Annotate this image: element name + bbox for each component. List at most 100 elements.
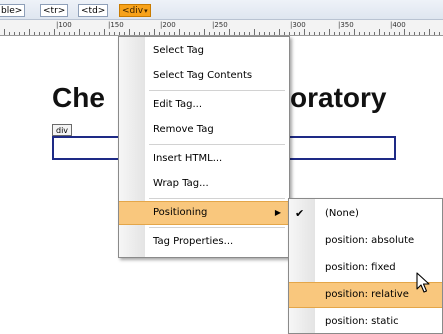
ruler-tick bbox=[324, 32, 325, 35]
menu-item-select-tag-contents[interactable]: Select Tag Contents bbox=[119, 64, 289, 88]
tag-table[interactable]: ble> bbox=[0, 4, 26, 17]
ruler-tick bbox=[89, 32, 90, 35]
menu-item-remove-tag[interactable]: Remove Tag bbox=[119, 118, 289, 142]
ruler-tick bbox=[109, 32, 110, 35]
submenu-item-none[interactable]: ✔ (None) bbox=[289, 201, 442, 227]
ruler-tick bbox=[24, 32, 25, 35]
ruler-tick bbox=[179, 29, 180, 35]
tag-context-menu: Select Tag Select Tag Contents Edit Tag.… bbox=[118, 36, 290, 258]
ruler-tick bbox=[9, 32, 10, 35]
ruler-tick bbox=[419, 32, 420, 35]
ruler-tick bbox=[359, 32, 360, 35]
div-element-label[interactable]: div bbox=[52, 124, 73, 136]
ruler-tick bbox=[169, 32, 170, 35]
menu-separator bbox=[149, 227, 285, 228]
ruler-tick bbox=[264, 32, 265, 35]
ruler-number: |150 bbox=[108, 21, 124, 29]
submenu-item-static[interactable]: position: static bbox=[289, 309, 442, 333]
menu-item-positioning-label: Positioning bbox=[153, 207, 208, 218]
ruler-tick bbox=[299, 32, 300, 35]
ruler-tick bbox=[104, 29, 105, 35]
ruler-tick bbox=[394, 32, 395, 35]
ruler-tick bbox=[214, 32, 215, 35]
ruler-tick bbox=[309, 32, 310, 35]
ruler-tick bbox=[379, 29, 380, 35]
ruler-tick bbox=[94, 32, 95, 35]
ruler-tick bbox=[4, 29, 5, 35]
ruler-tick bbox=[269, 32, 270, 35]
ruler-tick bbox=[219, 32, 220, 35]
submenu-item-none-label: (None) bbox=[325, 208, 359, 219]
menu-item-tag-properties[interactable]: Tag Properties... bbox=[119, 230, 289, 254]
ruler-tick bbox=[249, 32, 250, 35]
ruler-tick bbox=[59, 32, 60, 35]
ruler-tick bbox=[314, 32, 315, 35]
ruler-number: |400 bbox=[390, 21, 406, 29]
tag-tr[interactable]: <tr> bbox=[40, 4, 69, 17]
ruler-tick bbox=[289, 32, 290, 35]
ruler-tick bbox=[399, 32, 400, 35]
ruler-number: |100 bbox=[56, 21, 72, 29]
positioning-submenu: ✔ (None) position: absolute position: fi… bbox=[288, 198, 443, 334]
ruler-tick bbox=[294, 32, 295, 35]
ruler-tick bbox=[19, 32, 20, 35]
ruler-tick bbox=[154, 29, 155, 35]
ruler-tick bbox=[164, 32, 165, 35]
menu-item-select-tag[interactable]: Select Tag bbox=[119, 39, 289, 63]
tag-div-active[interactable]: <div▾ bbox=[119, 4, 151, 17]
ruler-tick bbox=[14, 32, 15, 35]
ruler-tick bbox=[84, 32, 85, 35]
ruler-tick bbox=[409, 32, 410, 35]
ruler-tick bbox=[79, 29, 80, 35]
ruler-tick bbox=[389, 32, 390, 35]
ruler-tick bbox=[144, 32, 145, 35]
ruler-tick bbox=[339, 32, 340, 35]
menu-item-edit-tag[interactable]: Edit Tag... bbox=[119, 93, 289, 117]
ruler-tick bbox=[229, 29, 230, 35]
ruler-tick bbox=[344, 32, 345, 35]
ruler-tick bbox=[139, 32, 140, 35]
checkmark-icon: ✔ bbox=[295, 207, 305, 220]
submenu-item-absolute[interactable]: position: absolute bbox=[289, 228, 442, 254]
ruler-tick bbox=[74, 32, 75, 35]
tag-td[interactable]: <td> bbox=[78, 4, 109, 17]
ruler-tick bbox=[224, 32, 225, 35]
ruler-number: |200 bbox=[160, 21, 176, 29]
ruler-tick bbox=[334, 32, 335, 35]
ruler-tick bbox=[114, 32, 115, 35]
ruler-tick bbox=[439, 32, 440, 35]
ruler-tick bbox=[254, 29, 255, 35]
ruler-tick bbox=[199, 32, 200, 35]
ruler-tick bbox=[424, 32, 425, 35]
menu-item-wrap-tag[interactable]: Wrap Tag... bbox=[119, 172, 289, 196]
ruler-tick bbox=[349, 32, 350, 35]
ruler-tick bbox=[64, 32, 65, 35]
ruler-tick bbox=[354, 29, 355, 35]
ruler-tick bbox=[284, 32, 285, 35]
ruler-tick bbox=[189, 32, 190, 35]
ruler-tick bbox=[374, 32, 375, 35]
ruler-tick bbox=[234, 32, 235, 35]
ruler-tick bbox=[119, 32, 120, 35]
menu-item-positioning[interactable]: Positioning ▶ bbox=[119, 201, 289, 225]
ruler-tick bbox=[434, 32, 435, 35]
ruler-tick bbox=[319, 32, 320, 35]
mouse-pointer-icon bbox=[416, 272, 430, 293]
ruler-tick bbox=[134, 32, 135, 35]
ruler-tick bbox=[34, 32, 35, 35]
ruler-tick bbox=[44, 32, 45, 35]
ruler-number: |350 bbox=[338, 21, 354, 29]
menu-separator bbox=[149, 198, 285, 199]
menu-item-insert-html[interactable]: Insert HTML... bbox=[119, 147, 289, 171]
ruler-number: |300 bbox=[290, 21, 306, 29]
ruler-tick bbox=[239, 32, 240, 35]
ruler-number: |250 bbox=[212, 21, 228, 29]
menu-separator bbox=[149, 144, 285, 145]
ruler-tick bbox=[149, 32, 150, 35]
ruler-tick bbox=[39, 32, 40, 35]
chevron-down-icon: ▾ bbox=[144, 7, 148, 15]
menu-separator bbox=[149, 90, 285, 91]
page-heading-right: oratory bbox=[290, 82, 387, 113]
ruler-tick bbox=[194, 32, 195, 35]
ruler-tick bbox=[29, 29, 30, 35]
